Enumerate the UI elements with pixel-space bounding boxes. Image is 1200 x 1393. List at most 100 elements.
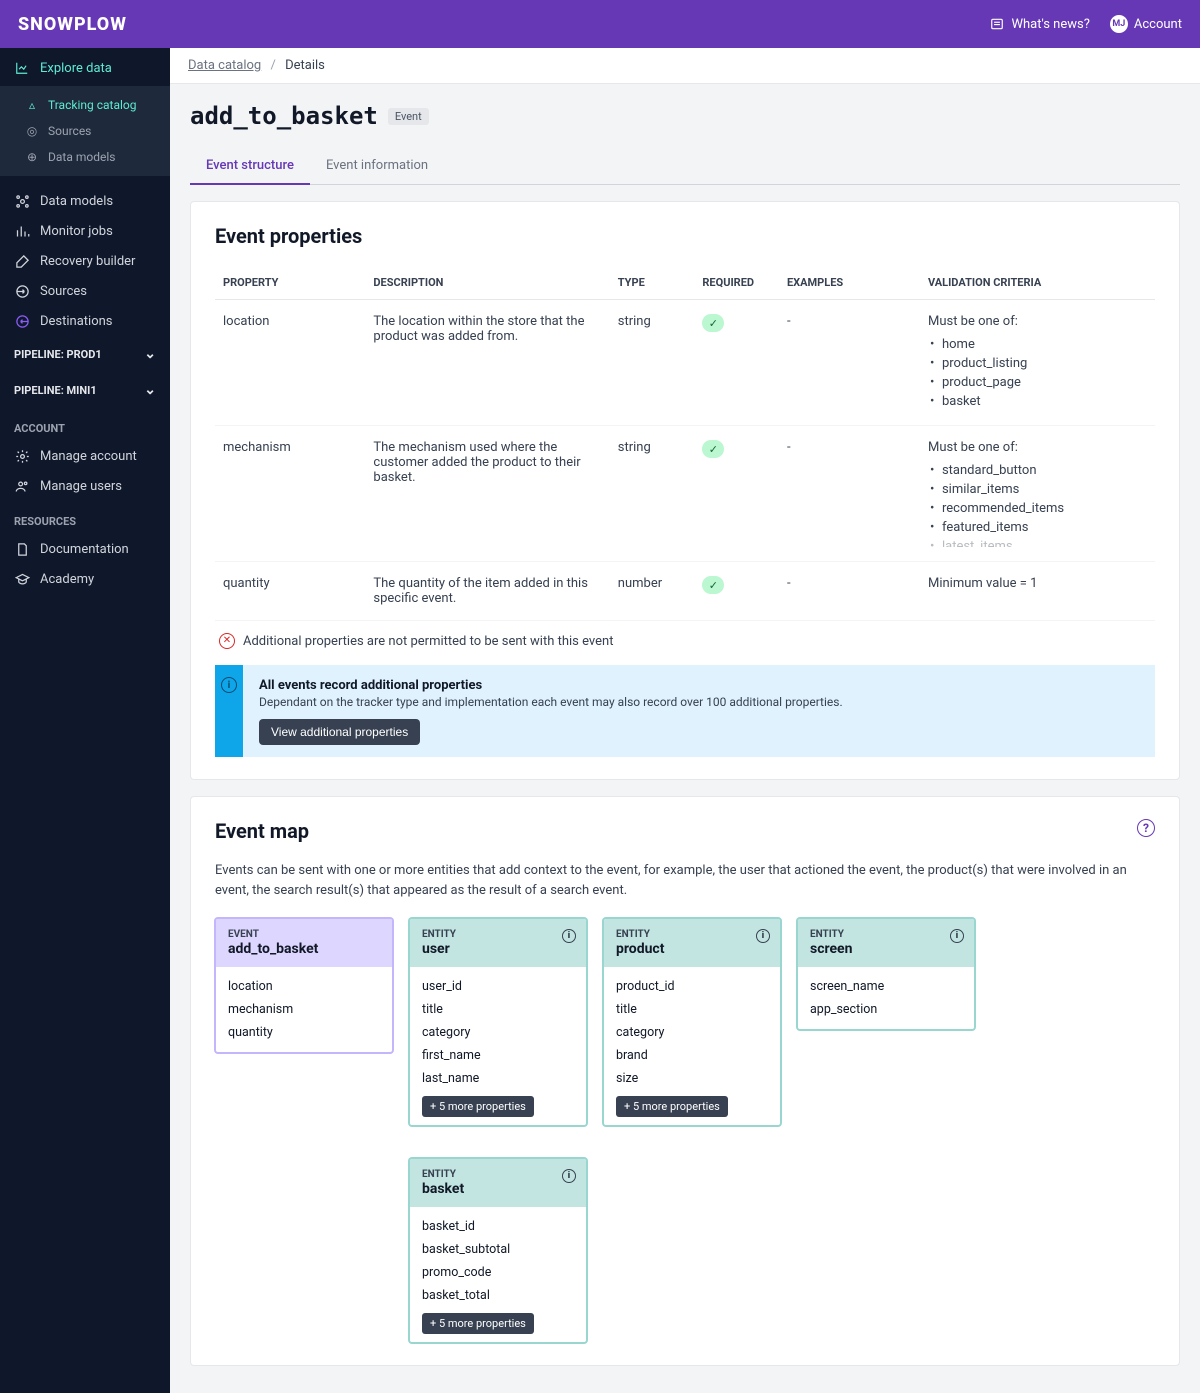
event-map-card[interactable]: ENTITYscreeniscreen_nameapp_section: [797, 918, 975, 1030]
card-info-icon[interactable]: i: [562, 1169, 576, 1183]
properties-table: PROPERTY DESCRIPTION TYPE REQUIRED EXAMP…: [215, 266, 1155, 621]
whats-news-link[interactable]: What's news?: [989, 16, 1089, 32]
sidebar-sub-data-models[interactable]: ⊕ Data models: [0, 144, 170, 170]
event-map-heading: Event map: [215, 819, 1155, 843]
sidebar-account-heading: ACCOUNT: [0, 408, 170, 441]
sidebar-manage-account-label: Manage account: [40, 449, 137, 464]
card-info-icon[interactable]: i: [756, 929, 770, 943]
view-additional-properties-button[interactable]: View additional properties: [259, 719, 420, 745]
sidebar-manage-users[interactable]: Manage users: [0, 471, 170, 501]
col-type: TYPE: [610, 266, 695, 300]
validation-item: product_page: [928, 373, 1147, 392]
sidebar-sub-data-models-label: Data models: [48, 150, 115, 164]
breadcrumb-root[interactable]: Data catalog: [188, 58, 261, 73]
account-label: Account: [1134, 17, 1182, 32]
card-info-icon[interactable]: i: [562, 929, 576, 943]
table-row: mechanismThe mechanism used where the cu…: [215, 426, 1155, 562]
sidebar-sub-tracking-catalog[interactable]: ▵ Tracking catalog: [0, 92, 170, 118]
sidebar-manage-users-label: Manage users: [40, 479, 122, 494]
chevron-down-icon: [144, 346, 156, 362]
tab-event-information[interactable]: Event information: [310, 148, 444, 184]
breadcrumb-leaf: Details: [285, 58, 325, 73]
card-header: ENTITYscreeni: [798, 919, 974, 967]
info-banner: i All events record additional propertie…: [215, 665, 1155, 757]
more-properties-button[interactable]: + 5 more properties: [422, 1096, 534, 1117]
sidebar-manage-account[interactable]: Manage account: [0, 441, 170, 471]
card-name: product: [616, 941, 768, 957]
required-check-icon: ✓: [702, 440, 724, 458]
academy-icon: [14, 571, 30, 587]
required-check-icon: ✓: [702, 314, 724, 332]
property-description: The mechanism used where the customer ad…: [365, 426, 609, 562]
gear-icon: [14, 448, 30, 464]
event-map-cards: EVENTadd_to_basketlocationmechanismquant…: [215, 918, 1155, 1343]
card-body: basket_idbasket_subtotalpromo_codebasket…: [410, 1207, 586, 1342]
brand-logo: SNOWPLOW: [18, 14, 127, 35]
required-check-icon: ✓: [702, 576, 724, 594]
card-kind: ENTITY: [616, 929, 768, 940]
card-property: user_id: [422, 975, 574, 998]
more-properties-button[interactable]: + 5 more properties: [616, 1096, 728, 1117]
table-row: quantityThe quantity of the item added i…: [215, 562, 1155, 621]
card-property: location: [228, 975, 380, 998]
sidebar-sub-sources-label: Sources: [48, 124, 91, 138]
sidebar-sub-tracking-catalog-label: Tracking catalog: [48, 98, 136, 112]
event-map-card[interactable]: EVENTadd_to_basketlocationmechanismquant…: [215, 918, 393, 1053]
card-property: category: [616, 1021, 768, 1044]
sidebar-explore-data[interactable]: Explore data: [0, 48, 170, 86]
sidebar-sub-sources[interactable]: ◎ Sources: [0, 118, 170, 144]
sidebar-documentation-label: Documentation: [40, 542, 129, 557]
event-map-card[interactable]: ENTITYuseriuser_idtitlecategoryfirst_nam…: [409, 918, 587, 1126]
property-examples: -: [779, 562, 920, 621]
not-permitted-icon: ✕: [219, 633, 235, 649]
sidebar-monitor-jobs[interactable]: Monitor jobs: [0, 216, 170, 246]
property-type: number: [610, 562, 695, 621]
card-body: product_idtitlecategorybrandsize+ 5 more…: [604, 967, 780, 1125]
info-icon: i: [221, 677, 237, 693]
validation-item: similar_items: [928, 480, 1147, 499]
card-info-icon[interactable]: i: [950, 929, 964, 943]
sidebar-pipeline-mini1[interactable]: PIPELINE: MINI1: [0, 372, 170, 408]
card-header: ENTITYproducti: [604, 919, 780, 967]
sidebar-destinations[interactable]: Destinations: [0, 306, 170, 336]
info-banner-bar: i: [215, 665, 243, 757]
property-type: string: [610, 300, 695, 426]
sidebar-recovery-builder[interactable]: Recovery builder: [0, 246, 170, 276]
validation-list: standard_buttonsimilar_itemsrecommended_…: [928, 461, 1147, 547]
sidebar-pipeline-prod1[interactable]: PIPELINE: PROD1: [0, 336, 170, 372]
validation-title: Must be one of:: [928, 314, 1147, 329]
validation-title: Minimum value = 1: [928, 576, 1147, 591]
validation-item: featured_items: [928, 518, 1147, 537]
card-property: mechanism: [228, 998, 380, 1021]
validation-item: basket: [928, 392, 1147, 411]
property-validation: Must be one of:standard_buttonsimilar_it…: [920, 426, 1155, 562]
sidebar-data-models[interactable]: Data models: [0, 186, 170, 216]
validation-item: latest_items: [928, 537, 1147, 547]
chevron-down-icon: [144, 382, 156, 398]
tab-event-structure[interactable]: Event structure: [190, 148, 310, 185]
card-name: user: [422, 941, 574, 957]
additional-not-permitted-text: Additional properties are not permitted …: [243, 634, 613, 649]
card-property: screen_name: [810, 975, 962, 998]
card-name: screen: [810, 941, 962, 957]
monitor-jobs-icon: [14, 223, 30, 239]
more-properties-button[interactable]: + 5 more properties: [422, 1313, 534, 1334]
whats-news-label: What's news?: [1011, 17, 1089, 32]
event-map-card[interactable]: ENTITYproductiproduct_idtitlecategorybra…: [603, 918, 781, 1126]
card-property: last_name: [422, 1067, 574, 1090]
account-menu[interactable]: MJ Account: [1110, 15, 1182, 33]
sidebar-sources[interactable]: Sources: [0, 276, 170, 306]
card-header: ENTITYuseri: [410, 919, 586, 967]
data-models-sub-icon: ⊕: [24, 149, 40, 165]
property-validation: Minimum value = 1: [920, 562, 1155, 621]
card-property: size: [616, 1067, 768, 1090]
top-bar: SNOWPLOW What's news? MJ Account: [0, 0, 1200, 48]
tabs: Event structure Event information: [190, 148, 1180, 185]
sidebar-academy[interactable]: Academy: [0, 564, 170, 594]
sidebar-documentation[interactable]: Documentation: [0, 534, 170, 564]
card-property: promo_code: [422, 1261, 574, 1284]
col-validation: VALIDATION CRITERIA: [920, 266, 1155, 300]
event-map-card[interactable]: ENTITYbasketibasket_idbasket_subtotalpro…: [409, 1158, 587, 1343]
card-kind: EVENT: [228, 929, 380, 940]
help-icon[interactable]: ?: [1137, 819, 1155, 837]
